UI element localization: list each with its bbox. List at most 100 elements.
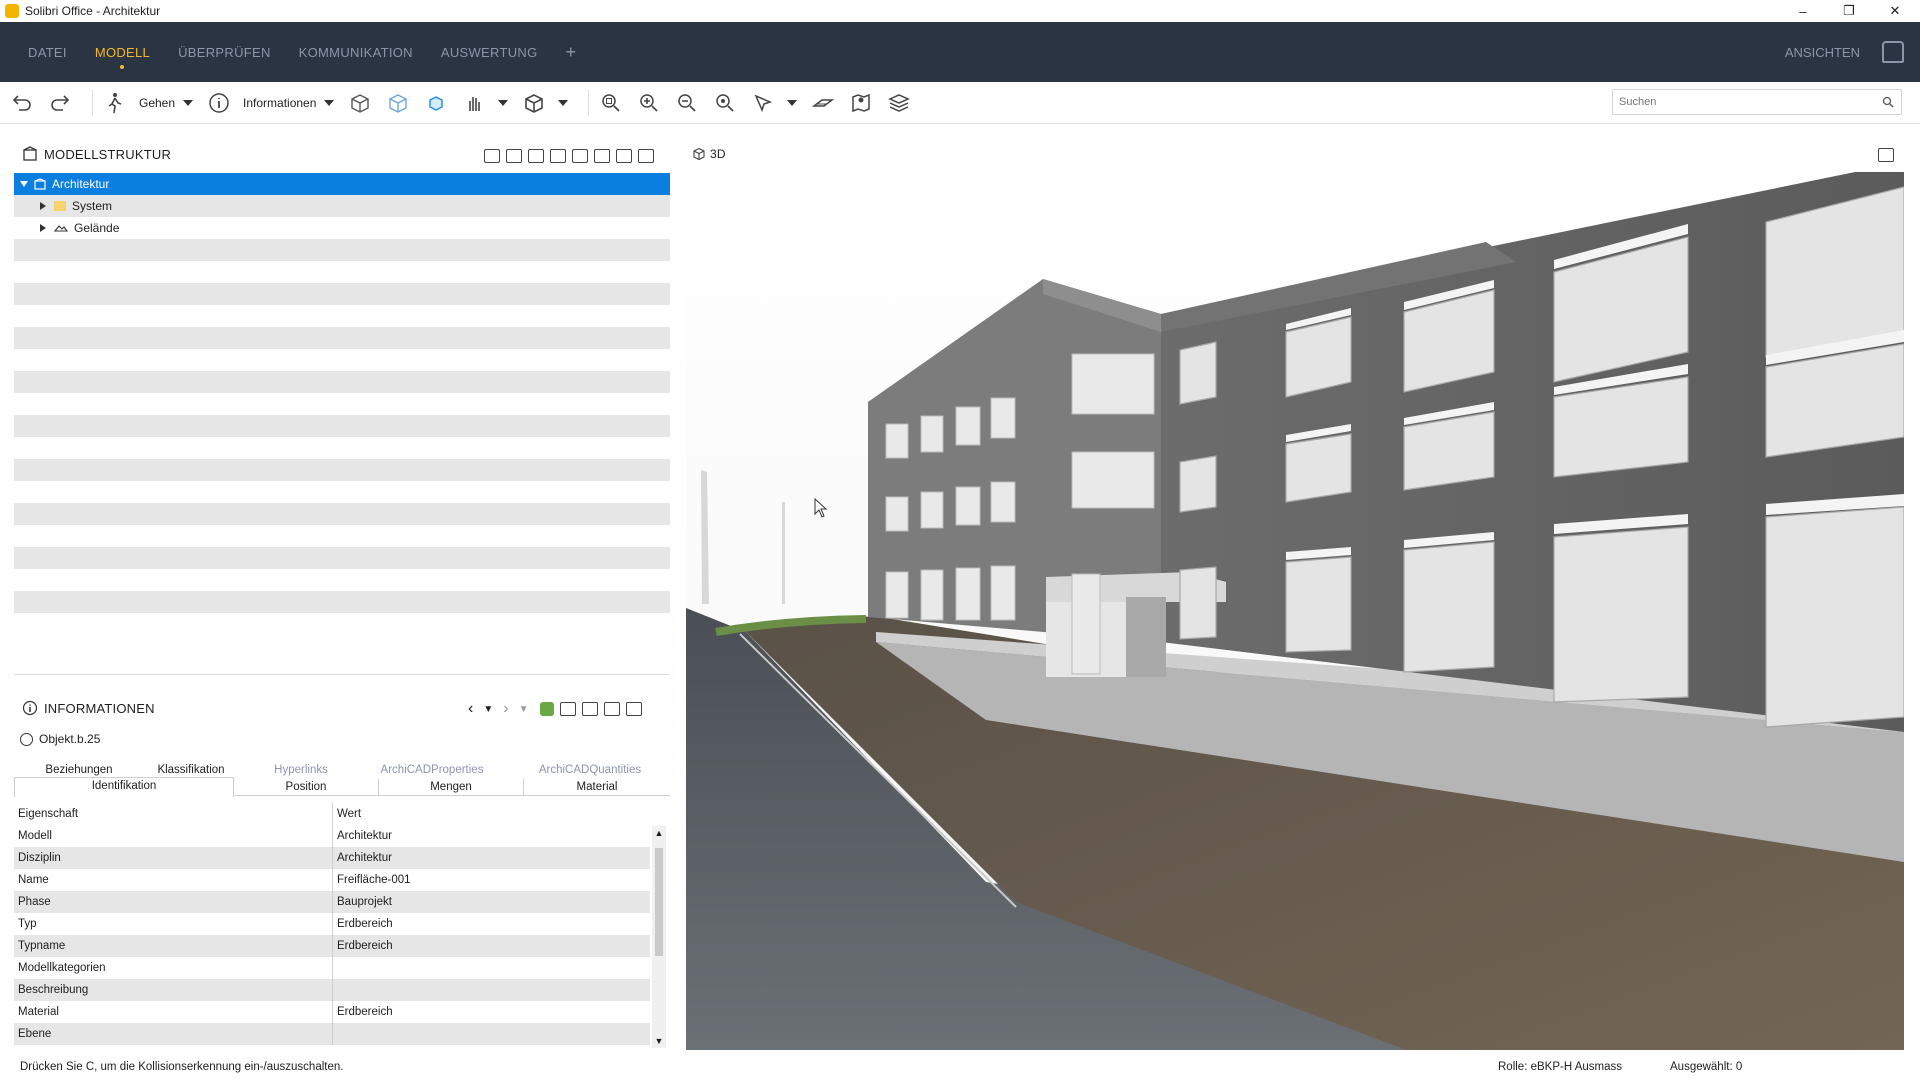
- tree-item-gelaende[interactable]: Gelände: [14, 217, 670, 239]
- isolate-icon[interactable]: [422, 89, 450, 117]
- collapse-icon[interactable]: [20, 181, 28, 187]
- property-scrollbar[interactable]: ▲ ▼: [652, 826, 666, 1048]
- table-row[interactable]: Typname Erdbereich: [14, 935, 650, 957]
- walk-label[interactable]: Gehen: [139, 96, 175, 110]
- select-tool-icon[interactable]: [749, 89, 777, 117]
- hand-dropdown-icon[interactable]: [498, 99, 509, 106]
- menu-kommunikation[interactable]: KOMMUNIKATION: [299, 45, 413, 60]
- clipboard-check-icon[interactable]: [616, 149, 632, 163]
- select-dropdown-icon[interactable]: [787, 99, 798, 106]
- property-value: [332, 957, 650, 979]
- table-row[interactable]: Modellkategorien: [14, 957, 650, 979]
- tab-position[interactable]: Position: [234, 779, 379, 796]
- expand-icon[interactable]: [40, 224, 46, 232]
- tree-hierarchy-icon[interactable]: [506, 149, 522, 163]
- tab-material[interactable]: Material: [524, 779, 670, 796]
- status-role[interactable]: Rolle: eBKP-H Ausmass: [1498, 1061, 1622, 1073]
- app-icon: [5, 4, 19, 18]
- tab-archicadproperties[interactable]: ArchiCADProperties: [352, 762, 512, 779]
- menu-datei[interactable]: DATEI: [28, 45, 67, 60]
- table-row[interactable]: Modell Architektur: [14, 825, 650, 847]
- transparency-icon[interactable]: [384, 89, 412, 117]
- table-row[interactable]: Typ Erdbereich: [14, 913, 650, 935]
- forward-dropdown-icon[interactable]: ▼: [519, 704, 529, 715]
- table-row[interactable]: Phase Bauprojekt: [14, 891, 650, 913]
- walk-dropdown-icon[interactable]: [183, 99, 194, 106]
- info-dropdown-icon[interactable]: [324, 99, 335, 106]
- history-dropdown-icon[interactable]: ▼: [483, 704, 493, 715]
- menu-auswertung[interactable]: AUSWERTUNG: [441, 45, 538, 60]
- table-row[interactable]: Name Freifläche-001: [14, 869, 650, 891]
- info-label[interactable]: Informationen: [243, 96, 316, 110]
- view-cube-dropdown-icon[interactable]: [558, 99, 569, 106]
- section-plane-icon[interactable]: [809, 89, 837, 117]
- walk-icon[interactable]: [101, 89, 129, 117]
- 3d-viewport[interactable]: [686, 172, 1904, 1050]
- restore-icon[interactable]: ❐: [1826, 0, 1872, 22]
- show-all-icon[interactable]: [346, 89, 374, 117]
- maximize-panel-icon[interactable]: [626, 702, 643, 716]
- status-selected-count: Ausgewählt: 0: [1670, 1061, 1743, 1073]
- layers-icon[interactable]: [885, 89, 913, 117]
- expand-icon[interactable]: [40, 202, 46, 210]
- clipboard-icon[interactable]: [572, 149, 588, 163]
- map-marker-icon[interactable]: [847, 89, 875, 117]
- zoom-in-icon[interactable]: [635, 89, 663, 117]
- column-header[interactable]: Wert: [332, 803, 650, 825]
- tree-item-architektur[interactable]: Architektur: [14, 173, 670, 195]
- maximize-panel-icon[interactable]: [638, 149, 654, 163]
- panel-divider: [14, 674, 670, 675]
- close-icon[interactable]: ✕: [1872, 0, 1918, 22]
- search-input[interactable]: [1612, 89, 1902, 115]
- zoom-selection-icon[interactable]: [711, 89, 739, 117]
- tree-empty-row: [14, 503, 670, 525]
- clipboard-icon[interactable]: [560, 702, 577, 716]
- back-arrow-icon[interactable]: ‹: [468, 700, 473, 718]
- redo-icon[interactable]: [46, 89, 74, 117]
- tab-hyperlinks[interactable]: Hyperlinks: [236, 762, 366, 779]
- table-row[interactable]: Beschreibung: [14, 979, 650, 1001]
- tree-item-system[interactable]: System: [14, 195, 670, 217]
- tree-item-label: Architektur: [52, 177, 110, 191]
- property-value: [332, 1023, 650, 1045]
- minimize-icon[interactable]: –: [1780, 0, 1826, 22]
- forward-arrow-icon[interactable]: ›: [503, 700, 508, 718]
- table-row[interactable]: Ebene: [14, 1023, 650, 1045]
- scroll-down-icon[interactable]: ▼: [652, 1034, 666, 1048]
- clipboard-minus-icon[interactable]: [582, 702, 599, 716]
- scroll-up-icon[interactable]: ▲: [652, 826, 666, 840]
- building-model-render[interactable]: [686, 172, 1904, 1050]
- add-tab-button[interactable]: +: [566, 42, 577, 63]
- table-row[interactable]: Material Erdbereich: [14, 1001, 650, 1023]
- tree-levels-icon[interactable]: [528, 149, 544, 163]
- menu-ueberpruefen[interactable]: ÜBERPRÜFEN: [178, 45, 271, 60]
- tab-identifikation[interactable]: Identifikation: [14, 777, 234, 797]
- viewport-label: 3D: [710, 147, 726, 161]
- menu-ansichten[interactable]: ANSICHTEN: [1785, 45, 1860, 60]
- views-home-icon[interactable]: [1882, 41, 1904, 63]
- tree-filter-icon[interactable]: [550, 149, 566, 163]
- clipboard-minus-icon[interactable]: [594, 149, 610, 163]
- tree-item-label: System: [72, 199, 113, 213]
- search-icon[interactable]: [1882, 96, 1894, 108]
- building-icon: [34, 178, 46, 190]
- menu-modell[interactable]: MODELL: [95, 45, 150, 69]
- property-value: Architektur: [332, 825, 650, 847]
- zoom-out-icon[interactable]: [673, 89, 701, 117]
- sync-selection-icon[interactable]: [540, 702, 555, 716]
- tab-archicadquantities[interactable]: ArchiCADQuantities: [510, 762, 670, 779]
- tab-mengen[interactable]: Mengen: [379, 779, 524, 796]
- tree-empty-row: [14, 349, 670, 371]
- view-cube-icon[interactable]: [520, 89, 548, 117]
- scroll-thumb[interactable]: [655, 848, 663, 956]
- column-header[interactable]: Eigenschaft: [14, 803, 332, 825]
- object-radio-icon[interactable]: [20, 732, 33, 746]
- hand-icon[interactable]: [460, 89, 488, 117]
- table-row[interactable]: Disziplin Architektur: [14, 847, 650, 869]
- tree-expand-icon[interactable]: [484, 149, 500, 163]
- undo-icon[interactable]: [8, 89, 36, 117]
- clipboard-check-icon[interactable]: [604, 702, 621, 716]
- maximize-viewport-icon[interactable]: [1878, 148, 1894, 162]
- info-icon[interactable]: [205, 89, 233, 117]
- zoom-fit-icon[interactable]: [597, 89, 625, 117]
